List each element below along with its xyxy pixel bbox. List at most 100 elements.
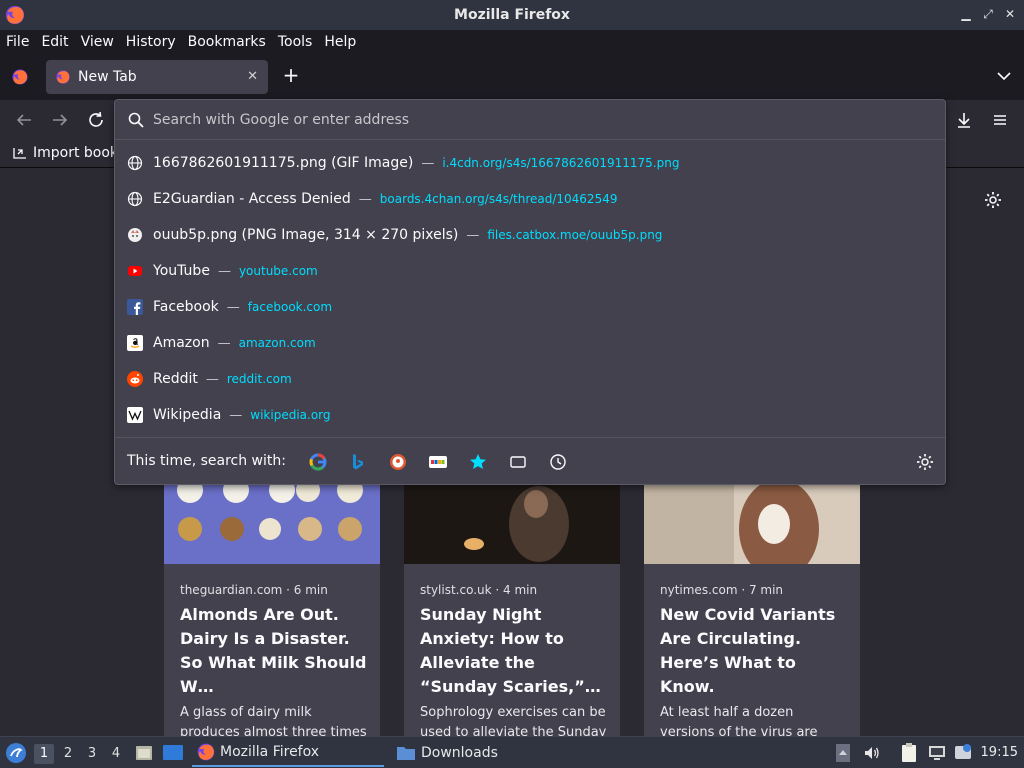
forward-arrow-icon[interactable] — [49, 109, 71, 131]
url-result-row[interactable]: Facebook — facebook.com — [115, 289, 945, 325]
menu-help[interactable]: Help — [324, 34, 356, 50]
file-manager-icon[interactable] — [134, 743, 154, 763]
close-tab-icon[interactable]: ✕ — [247, 69, 258, 84]
notification-icon[interactable] — [953, 743, 973, 763]
url-result-row[interactable]: YouTube — youtube.com — [115, 253, 945, 289]
clock: 19:15 — [980, 745, 1018, 760]
globe-icon — [127, 155, 143, 171]
story-thumbnail-covid — [644, 484, 860, 579]
history-clock-icon[interactable] — [548, 452, 568, 472]
workspace-1[interactable]: 1 — [34, 744, 54, 764]
menu-history[interactable]: History — [126, 34, 176, 50]
result-url: amazon.com — [238, 336, 316, 350]
import-icon — [13, 148, 26, 159]
story-source: theguardian.com · 6 min — [180, 583, 328, 597]
result-separator: — — [205, 371, 219, 387]
firefox-view-icon[interactable] — [11, 68, 29, 86]
hamburger-menu-icon[interactable] — [989, 109, 1011, 131]
chevron-down-icon[interactable] — [994, 66, 1014, 86]
menu-file[interactable]: File — [6, 34, 29, 50]
address-input[interactable] — [153, 108, 923, 132]
result-separator: — — [217, 335, 231, 351]
window-titlebar: Mozilla Firefox ▁ ⤢ ✕ — [0, 0, 1024, 30]
story-card[interactable]: stylist.co.uk · 4 min Sunday Night Anxie… — [404, 484, 620, 736]
clipboard-icon[interactable] — [899, 742, 919, 764]
gear-icon[interactable] — [983, 190, 1003, 210]
duckduckgo-icon[interactable] — [388, 452, 408, 472]
story-source: stylist.co.uk · 4 min — [420, 583, 538, 597]
wikipedia-icon — [127, 407, 143, 423]
url-result-row[interactable]: ouub5p.png (PNG Image, 314 × 270 pixels)… — [115, 217, 945, 253]
url-result-row[interactable]: E2Guardian - Access Denied — boards.4cha… — [115, 181, 945, 217]
search-settings-gear-icon[interactable] — [915, 452, 935, 472]
story-excerpt: Sophrology exercises can be used to alle… — [420, 705, 607, 736]
result-title: Amazon — [153, 335, 210, 351]
ebay-icon[interactable] — [428, 452, 448, 472]
close-window-button[interactable]: ✕ — [1002, 5, 1018, 23]
result-url: i.4cdn.org/s4s/1667862601911175.png — [442, 156, 680, 170]
menu-edit[interactable]: Edit — [41, 34, 68, 50]
url-result-row[interactable]: Reddit — reddit.com — [115, 361, 945, 397]
story-headline: New Covid Variants Are Circulating. Here… — [660, 605, 836, 696]
network-icon[interactable] — [927, 744, 947, 762]
workspace-2[interactable]: 2 — [58, 744, 78, 764]
url-result-row[interactable]: Wikipedia — wikipedia.org — [115, 397, 945, 433]
taskbar: 1 2 3 4 Mozilla Firefox Downloads 19:15 — [0, 736, 1024, 768]
task-firefox[interactable]: Mozilla Firefox — [192, 739, 384, 767]
menu-view[interactable]: View — [81, 34, 114, 50]
task-downloads[interactable]: Downloads — [392, 739, 582, 767]
folder-icon — [397, 747, 415, 760]
menu-tools[interactable]: Tools — [278, 34, 313, 50]
result-separator: — — [466, 227, 480, 243]
tray-up-arrow-icon[interactable] — [835, 743, 851, 763]
reload-icon[interactable] — [85, 109, 107, 131]
workspace-3[interactable]: 3 — [82, 744, 102, 764]
show-desktop-icon[interactable] — [162, 743, 184, 763]
story-source: nytimes.com · 7 min — [660, 583, 784, 597]
result-url: youtube.com — [238, 264, 318, 278]
start-menu-icon[interactable] — [5, 742, 27, 764]
google-icon[interactable] — [308, 452, 328, 472]
story-thumbnail-milks — [164, 484, 380, 564]
catbox-icon — [128, 228, 142, 242]
amazon-icon — [127, 335, 143, 351]
urlbar-results: 1667862601911175.png (GIF Image) — i.4cd… — [115, 145, 945, 433]
result-title: Facebook — [153, 299, 219, 315]
result-title: ouub5p.png (PNG Image, 314 × 270 pixels) — [153, 227, 459, 243]
bing-icon[interactable] — [348, 452, 368, 472]
restore-button[interactable]: ⤢ — [980, 5, 996, 23]
result-url: files.catbox.moe/ouub5p.png — [487, 228, 663, 242]
result-url: facebook.com — [247, 300, 333, 314]
new-tab-button[interactable]: + — [279, 64, 303, 88]
workspace-4[interactable]: 4 — [106, 744, 126, 764]
import-bookmarks-button[interactable]: Import book — [12, 145, 118, 161]
result-separator: — — [229, 407, 243, 423]
reddit-icon — [127, 371, 143, 387]
url-result-row[interactable]: Amazon — amazon.com — [115, 325, 945, 361]
result-title: 1667862601911175.png (GIF Image) — [153, 155, 414, 171]
urlbar-dropdown: 1667862601911175.png (GIF Image) — i.4cd… — [114, 99, 946, 485]
volume-icon[interactable] — [863, 744, 881, 762]
url-result-row[interactable]: 1667862601911175.png (GIF Image) — i.4cd… — [115, 145, 945, 181]
window-title: Mozilla Firefox — [454, 7, 570, 23]
story-card[interactable]: theguardian.com · 6 min Almonds Are Out.… — [164, 484, 380, 736]
tabs-icon[interactable] — [508, 452, 528, 472]
search-icon — [128, 112, 144, 128]
facebook-icon — [127, 299, 143, 315]
story-headline: Sunday Night Anxiety: How to Alleviate t… — [420, 605, 601, 696]
minimize-button[interactable]: ▁ — [958, 5, 974, 23]
story-card[interactable]: nytimes.com · 7 min New Covid Variants A… — [644, 484, 860, 736]
urlbar — [115, 100, 945, 140]
tab-title: New Tab — [78, 69, 137, 85]
bookmark-star-icon[interactable] — [468, 452, 488, 472]
tab-bar: New Tab ✕ + — [0, 54, 1024, 100]
firefox-icon — [5, 5, 25, 25]
tab-new-tab[interactable]: New Tab ✕ — [46, 60, 268, 94]
result-url: wikipedia.org — [250, 408, 331, 422]
result-title: E2Guardian - Access Denied — [153, 191, 351, 207]
back-arrow-icon[interactable] — [13, 109, 35, 131]
result-title: Wikipedia — [153, 407, 222, 423]
firefox-task-icon — [197, 743, 215, 761]
menu-bookmarks[interactable]: Bookmarks — [188, 34, 266, 50]
downloads-icon[interactable] — [953, 109, 975, 131]
